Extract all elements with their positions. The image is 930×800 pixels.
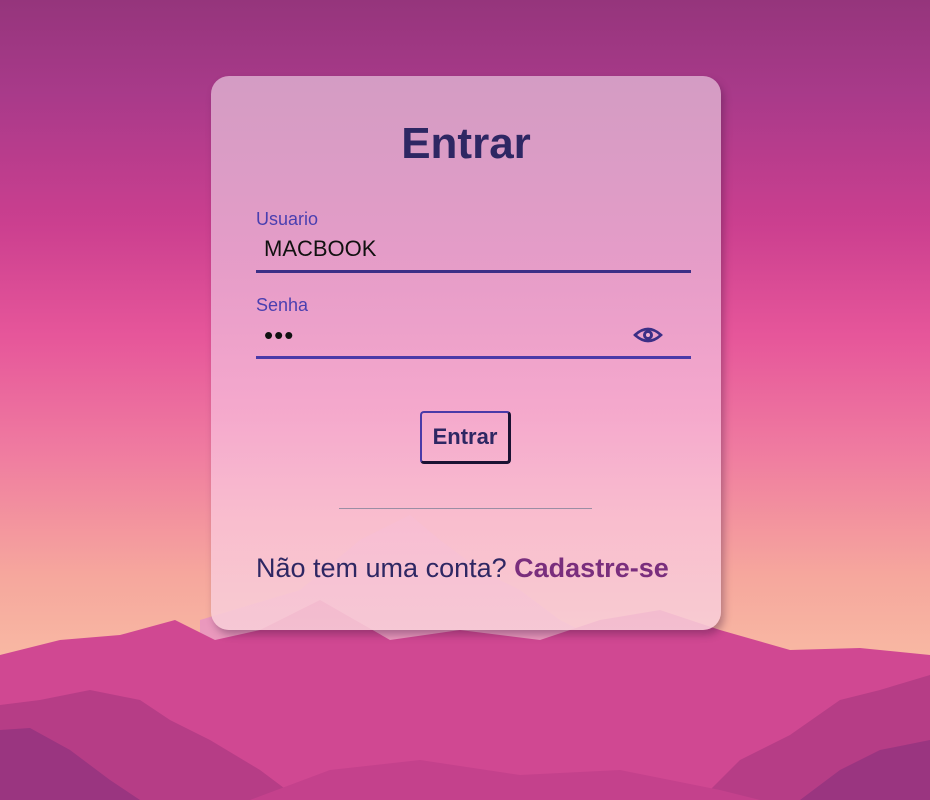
username-input[interactable] <box>256 230 626 268</box>
signup-text: Não tem uma conta? <box>256 553 507 583</box>
username-field: Usuario <box>256 208 691 273</box>
show-password-button[interactable] <box>633 322 663 348</box>
login-card: Entrar Usuario Senha Entrar <box>211 76 721 630</box>
page-title: Entrar <box>401 119 531 168</box>
background-scene: Entrar Usuario Senha Entrar <box>0 0 930 800</box>
divider <box>339 508 592 509</box>
password-row <box>256 316 691 359</box>
username-row <box>256 230 691 273</box>
signup-prompt: Não tem uma conta? Cadastre-se <box>256 553 669 584</box>
password-input[interactable] <box>256 316 626 354</box>
signup-link[interactable]: Cadastre-se <box>514 553 669 583</box>
username-label: Usuario <box>256 209 319 229</box>
password-field: Senha <box>256 294 691 359</box>
submit-button[interactable]: Entrar <box>420 411 511 464</box>
eye-icon <box>633 327 663 343</box>
password-label: Senha <box>256 295 309 315</box>
